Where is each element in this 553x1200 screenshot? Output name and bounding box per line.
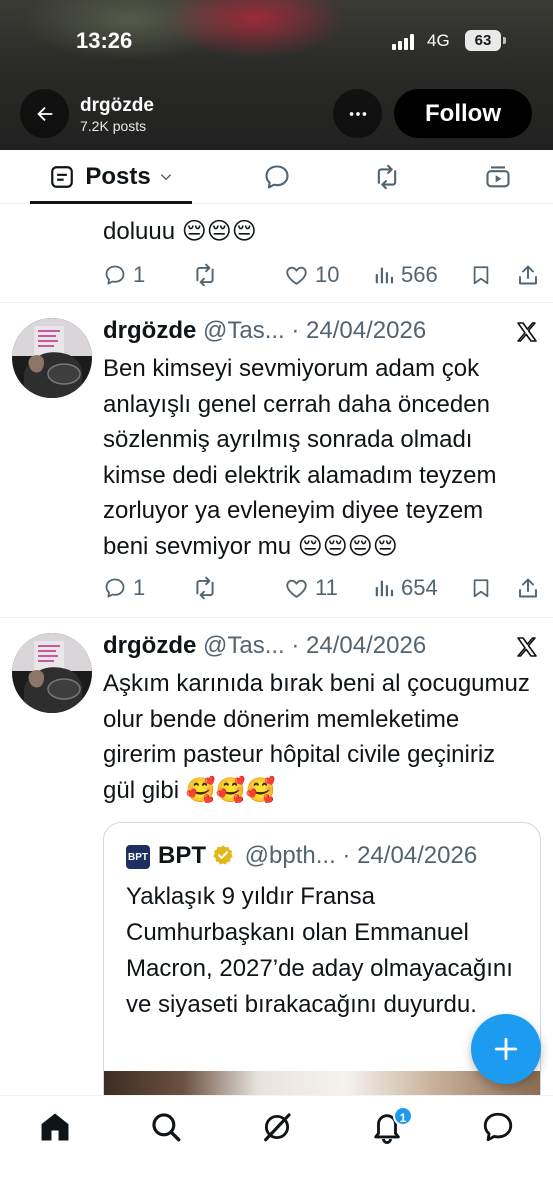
search-icon[interactable]: [149, 1110, 183, 1144]
reply-count: 1: [133, 262, 146, 287]
share-button[interactable]: [516, 260, 540, 290]
header-profile-name: drgözde: [80, 95, 154, 116]
share-icon: [519, 265, 537, 285]
bottom-navigation: [0, 1095, 553, 1200]
share-button[interactable]: [516, 573, 540, 603]
heart-icon: [286, 579, 307, 598]
repost-icon: [196, 263, 214, 287]
reply-count: 1: [133, 575, 146, 600]
battery-icon: 63: [465, 30, 501, 51]
share-icon: [519, 578, 537, 598]
post-text: doluuu 😔😔😔: [103, 218, 257, 245]
tab-reposts[interactable]: [373, 163, 401, 191]
like-count: 10: [315, 262, 340, 287]
quote-handle-date: @bpth... · 24/04/2026: [244, 842, 478, 869]
views-button[interactable]: 654: [373, 573, 438, 603]
reply-icon: [105, 265, 125, 285]
post-header: drgözde @Tas... · 24/04/2026: [103, 317, 426, 345]
quote-author-name: BPT: [158, 842, 206, 869]
previous-post[interactable]: doluuu 😔😔😔 1 10 566: [0, 204, 553, 303]
views-chart-icon: [375, 580, 394, 597]
views-button[interactable]: 566: [373, 260, 438, 290]
author-handle-date[interactable]: @Tas... · 24/04/2026: [203, 632, 426, 659]
document-icon: [51, 166, 74, 188]
avatar[interactable]: [12, 633, 92, 713]
signal-icon: [392, 34, 418, 50]
quote-text: Yaklaşık 9 yıldır Fransa Cumhurbaşkanı o…: [126, 883, 513, 1018]
post-header: drgözde @Tas... · 24/04/2026: [103, 632, 426, 660]
bookmark-icon: [473, 579, 489, 598]
like-count: 11: [315, 575, 338, 600]
like-button[interactable]: 11: [284, 573, 338, 603]
profile-tabs: Posts: [0, 150, 553, 204]
avatar-image: [12, 318, 92, 398]
author-name[interactable]: drgözde: [103, 317, 196, 344]
tab-media[interactable]: [484, 163, 512, 191]
compose-post-button[interactable]: [471, 1014, 541, 1084]
follow-button[interactable]: Follow: [394, 89, 532, 138]
post-actions: 1 10 566: [103, 260, 543, 290]
post-actions: 1 11 654: [103, 573, 543, 603]
reply-button[interactable]: 1: [103, 260, 145, 290]
notifications-badge: 1: [393, 1106, 413, 1126]
post-text: Aşkım karınıda bırak beni al çocugumuz o…: [103, 670, 530, 804]
avatar[interactable]: [12, 318, 92, 398]
home-icon[interactable]: [38, 1110, 72, 1144]
author-handle-date[interactable]: @Tas... · 24/04/2026: [203, 317, 426, 344]
more-options-button[interactable]: [333, 89, 382, 138]
bookmark-button[interactable]: [470, 260, 492, 290]
status-bar: 13:26 4G 63: [0, 0, 553, 80]
heart-icon: [286, 266, 307, 285]
header-post-count: 7.2K posts: [80, 118, 147, 134]
chevron-down-icon: [160, 174, 171, 181]
reply-icon: [105, 578, 125, 598]
messages-icon[interactable]: [481, 1110, 515, 1144]
x-logo-icon: [517, 637, 537, 657]
like-button[interactable]: 10: [284, 260, 339, 290]
x-logo-icon: [517, 322, 537, 342]
verified-badge-icon: [213, 845, 233, 865]
author-name[interactable]: drgözde: [103, 632, 196, 659]
tab-posts[interactable]: Posts: [30, 150, 192, 204]
tab-replies[interactable]: [263, 163, 291, 191]
post-text: Ben kimseyi sevmiyorum adam çok anlayışl…: [103, 355, 497, 560]
reply-button[interactable]: 1: [103, 573, 145, 603]
repost-button[interactable]: [192, 573, 218, 603]
grok-icon[interactable]: [260, 1110, 294, 1144]
more-horizontal-icon: [349, 111, 366, 116]
tab-posts-label: Posts: [85, 163, 151, 190]
battery-tip: [503, 37, 506, 44]
back-button[interactable]: [20, 89, 69, 138]
quoted-post[interactable]: BPT BPT @bpth... · 24/04/2026 Yaklaşık 9…: [103, 822, 541, 1122]
repost-icon: [196, 576, 214, 600]
quote-source-logo: BPT: [126, 845, 150, 869]
bookmark-button[interactable]: [470, 573, 492, 603]
status-time: 13:26: [76, 28, 133, 53]
avatar-image: [12, 633, 92, 713]
arrow-left-icon: [36, 106, 52, 121]
bookmark-icon: [473, 266, 489, 285]
views-chart-icon: [375, 267, 394, 284]
repost-button[interactable]: [192, 260, 218, 290]
post[interactable]: drgözde @Tas... · 24/04/2026 Ben kimseyi…: [0, 303, 553, 618]
views-count: 654: [401, 575, 438, 600]
plus-icon: [494, 1037, 518, 1061]
views-count: 566: [401, 262, 438, 287]
network-type: 4G: [427, 31, 450, 50]
quote-header: BPT @bpth... · 24/04/2026: [158, 842, 477, 870]
